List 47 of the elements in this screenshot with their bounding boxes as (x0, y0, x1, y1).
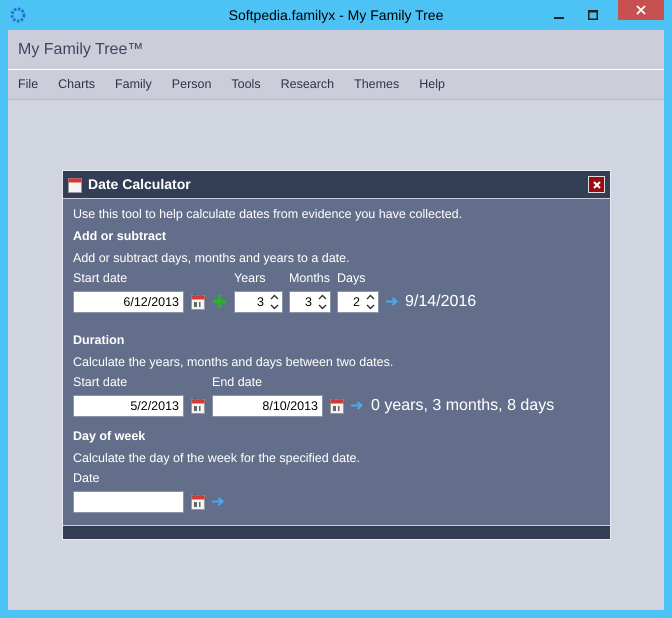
up-down-icon[interactable] (318, 294, 327, 310)
field-label: Days (337, 270, 366, 287)
app-title: My Family Tree™ (18, 40, 144, 60)
field-label: Date (73, 470, 100, 487)
date-field[interactable]: 8/10/2013 (212, 395, 323, 417)
date-field[interactable] (73, 491, 184, 513)
menu-item[interactable]: Family (114, 75, 152, 94)
field-label: Start date (73, 270, 128, 287)
section-description: Calculate the years, months and days between two dates. (73, 354, 394, 371)
close-button[interactable] (588, 176, 605, 193)
calendar-icon[interactable] (330, 398, 344, 414)
menu-item[interactable]: Tools (231, 75, 261, 94)
date-field[interactable]: 6/12/2013 (73, 291, 184, 313)
up-down-icon[interactable] (270, 294, 279, 310)
window-title: Softpedia.familyx - My Family Tree (228, 6, 444, 25)
number-spinner[interactable]: 3 (234, 291, 283, 313)
field-label: Years (234, 270, 267, 287)
menu-item[interactable]: Research (280, 75, 334, 94)
section-heading: Add or subtract (73, 228, 168, 245)
up-down-icon[interactable] (366, 294, 375, 310)
menu-item[interactable]: Person (172, 75, 212, 94)
result-text: 9/14/2016 (405, 292, 476, 312)
menu-item[interactable]: Help (419, 75, 445, 94)
calendar-icon[interactable] (191, 398, 205, 414)
section-heading: Duration (73, 332, 126, 349)
section-description: Calculate the day of the week for the specified date. (73, 450, 361, 467)
close-icon (636, 5, 646, 15)
close-icon (592, 180, 600, 188)
calendar-icon (68, 176, 82, 192)
maximize-icon[interactable] (588, 10, 598, 20)
calendar-icon[interactable] (191, 494, 205, 510)
field-label: Start date (73, 374, 128, 391)
section-description: Add or subtract days, months and years to a date. (73, 250, 351, 267)
menu-item[interactable]: Charts (58, 75, 95, 94)
calendar-icon[interactable] (191, 294, 205, 310)
section-heading: Day of week (73, 428, 146, 445)
date-field[interactable]: 5/2/2013 (73, 395, 184, 417)
menu-item[interactable]: Themes (354, 75, 400, 94)
field-label: End date (212, 374, 264, 391)
field-label: Months (289, 270, 331, 287)
result-text: 0 years, 3 months, 8 days (371, 396, 554, 416)
number-spinner[interactable]: 2 (337, 291, 379, 313)
close-button[interactable] (618, 0, 664, 20)
intro-text: Use this tool to help calculate dates from evidence you have collected. (73, 206, 464, 223)
number-spinner[interactable]: 3 (289, 291, 331, 313)
dialog-title: Date Calculator (88, 175, 191, 194)
menu-item[interactable]: File (18, 75, 38, 94)
